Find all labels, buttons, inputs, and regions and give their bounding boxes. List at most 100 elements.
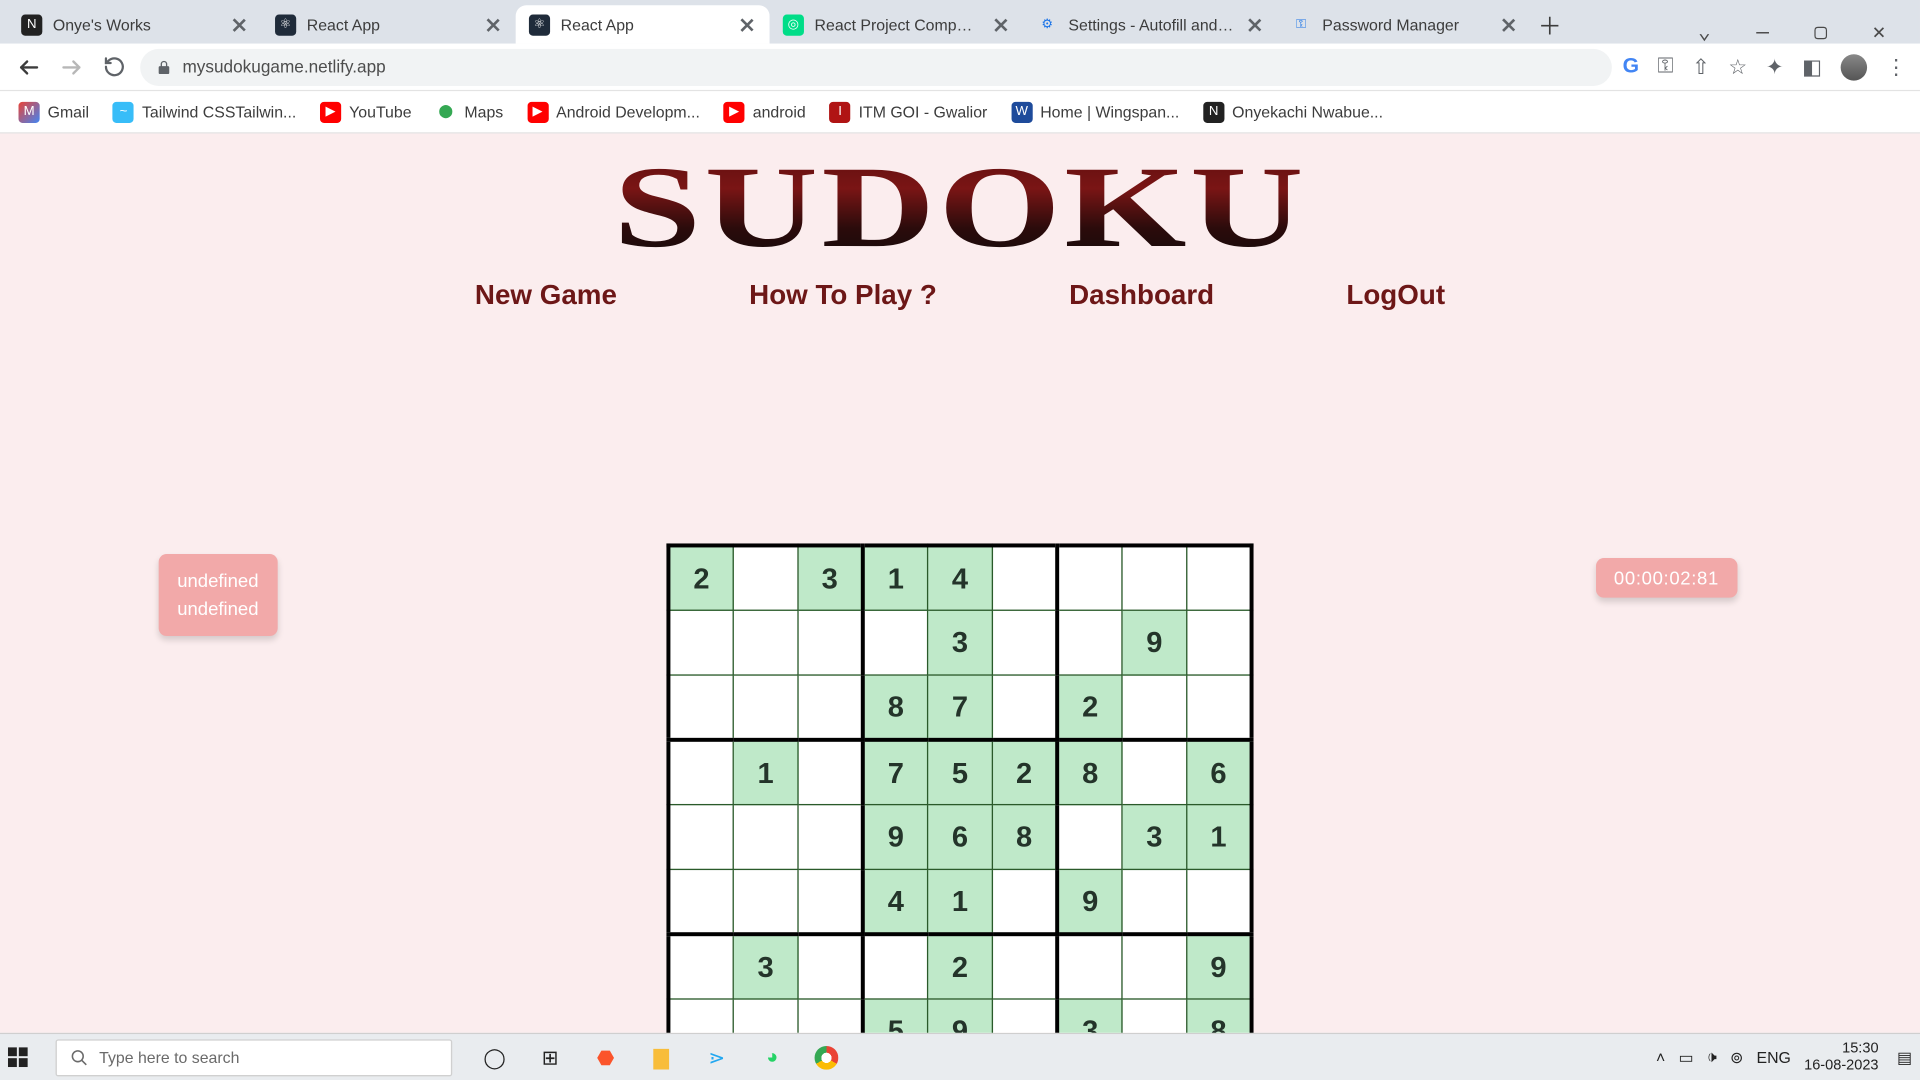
sudoku-cell[interactable]: 9 bbox=[1057, 869, 1122, 934]
wifi-icon[interactable]: ⊚ bbox=[1730, 1048, 1743, 1067]
chevron-down-icon[interactable]: ⌄ bbox=[1682, 19, 1727, 44]
sudoku-cell[interactable] bbox=[798, 934, 863, 999]
sudoku-cell[interactable] bbox=[1122, 545, 1187, 610]
sudoku-cell[interactable]: 4 bbox=[863, 869, 928, 934]
sudoku-cell[interactable] bbox=[1187, 545, 1252, 610]
tab-react-active[interactable]: ⚛ React App bbox=[516, 5, 770, 43]
sudoku-cell[interactable]: 9 bbox=[1122, 610, 1187, 675]
sudoku-cell[interactable] bbox=[1187, 869, 1252, 934]
google-icon[interactable]: G bbox=[1623, 55, 1639, 79]
sudoku-cell[interactable] bbox=[1187, 675, 1252, 740]
sudoku-cell[interactable] bbox=[733, 869, 798, 934]
sudoku-cell[interactable] bbox=[992, 545, 1057, 610]
close-icon[interactable] bbox=[230, 15, 249, 34]
sudoku-cell[interactable]: 1 bbox=[1187, 805, 1252, 870]
maximize-icon[interactable]: ▢ bbox=[1798, 19, 1843, 44]
search-input[interactable]: Type here to search bbox=[56, 1039, 453, 1076]
new-tab-button[interactable]: ＋ bbox=[1531, 7, 1568, 44]
reload-button[interactable] bbox=[98, 51, 130, 83]
sudoku-cell[interactable] bbox=[668, 805, 733, 870]
nav-dashboard[interactable]: Dashboard bbox=[1069, 280, 1214, 312]
sudoku-cell[interactable] bbox=[733, 805, 798, 870]
sudoku-cell[interactable]: 6 bbox=[1187, 740, 1252, 805]
sudoku-cell[interactable] bbox=[733, 610, 798, 675]
ime-lang[interactable]: ENG bbox=[1756, 1048, 1790, 1067]
sudoku-cell[interactable] bbox=[798, 740, 863, 805]
sudoku-cell[interactable] bbox=[1057, 545, 1122, 610]
sudoku-cell[interactable] bbox=[1187, 610, 1252, 675]
close-icon[interactable] bbox=[992, 15, 1011, 34]
brave-icon[interactable]: ⬣ bbox=[592, 1044, 618, 1070]
close-icon[interactable] bbox=[738, 15, 757, 34]
sudoku-cell[interactable] bbox=[668, 934, 733, 999]
bookmark-youtube[interactable]: ▶YouTube bbox=[320, 101, 411, 122]
sudoku-cell[interactable]: 1 bbox=[863, 545, 928, 610]
sudoku-cell[interactable] bbox=[668, 675, 733, 740]
sudoku-cell[interactable]: 7 bbox=[863, 740, 928, 805]
sudoku-cell[interactable]: 5 bbox=[928, 740, 993, 805]
tab-passwords[interactable]: ⚿ Password Manager bbox=[1277, 5, 1531, 43]
sudoku-cell[interactable]: 2 bbox=[1057, 675, 1122, 740]
sudoku-cell[interactable] bbox=[668, 869, 733, 934]
close-icon[interactable] bbox=[1499, 15, 1518, 34]
back-button[interactable] bbox=[13, 51, 45, 83]
chevron-up-icon[interactable]: ˄ bbox=[1656, 1048, 1665, 1067]
sudoku-cell[interactable] bbox=[733, 675, 798, 740]
battery-icon[interactable]: ▭ bbox=[1679, 1048, 1694, 1067]
bookmark-wingspan[interactable]: WHome | Wingspan... bbox=[1011, 101, 1179, 122]
tab-component[interactable]: ◎ React Project Component H bbox=[770, 5, 1024, 43]
sudoku-cell[interactable]: 8 bbox=[1057, 740, 1122, 805]
sidepanel-icon[interactable]: ◧ bbox=[1802, 54, 1822, 80]
sudoku-cell[interactable] bbox=[798, 869, 863, 934]
sudoku-cell[interactable]: 5 bbox=[863, 999, 928, 1033]
sudoku-cell[interactable] bbox=[1122, 869, 1187, 934]
sudoku-cell[interactable] bbox=[798, 999, 863, 1033]
vscode-icon[interactable]: ⋗ bbox=[703, 1044, 729, 1070]
sudoku-cell[interactable] bbox=[992, 934, 1057, 999]
start-button[interactable] bbox=[8, 1047, 56, 1067]
sudoku-cell[interactable]: 9 bbox=[928, 999, 993, 1033]
sudoku-cell[interactable] bbox=[863, 610, 928, 675]
sudoku-cell[interactable]: 3 bbox=[733, 934, 798, 999]
sudoku-cell[interactable] bbox=[1057, 934, 1122, 999]
key-icon[interactable]: ⚿ bbox=[1658, 55, 1674, 79]
nav-how-to-play[interactable]: How To Play ? bbox=[749, 280, 937, 312]
bookmark-gmail[interactable]: MGmail bbox=[19, 101, 90, 122]
whatsapp-icon[interactable]: ◕ bbox=[759, 1044, 785, 1070]
sudoku-cell[interactable]: 4 bbox=[928, 545, 993, 610]
minimize-icon[interactable]: — bbox=[1740, 19, 1785, 44]
sudoku-cell[interactable] bbox=[798, 675, 863, 740]
menu-icon[interactable]: ⋮ bbox=[1886, 54, 1907, 80]
sudoku-cell[interactable]: 8 bbox=[1187, 999, 1252, 1033]
sudoku-cell[interactable]: 2 bbox=[992, 740, 1057, 805]
sudoku-cell[interactable] bbox=[668, 610, 733, 675]
sudoku-cell[interactable] bbox=[1057, 805, 1122, 870]
bookmark-android-dev[interactable]: ▶Android Developm... bbox=[527, 101, 700, 122]
sudoku-cell[interactable]: 6 bbox=[928, 805, 993, 870]
sudoku-cell[interactable] bbox=[1122, 675, 1187, 740]
chrome-icon[interactable] bbox=[815, 1045, 839, 1069]
sudoku-cell[interactable] bbox=[992, 675, 1057, 740]
sudoku-cell[interactable] bbox=[992, 610, 1057, 675]
sudoku-cell[interactable] bbox=[1122, 934, 1187, 999]
sudoku-cell[interactable]: 2 bbox=[928, 934, 993, 999]
bookmark-android[interactable]: ▶android bbox=[724, 101, 806, 122]
star-icon[interactable]: ☆ bbox=[1728, 54, 1747, 80]
sudoku-cell[interactable] bbox=[798, 610, 863, 675]
sudoku-cell[interactable]: 9 bbox=[1187, 934, 1252, 999]
close-window-icon[interactable]: ✕ bbox=[1857, 19, 1902, 44]
tab-settings[interactable]: ⚙ Settings - Autofill and pass bbox=[1023, 5, 1277, 43]
sudoku-cell[interactable] bbox=[733, 999, 798, 1033]
sudoku-cell[interactable] bbox=[1122, 740, 1187, 805]
extensions-icon[interactable]: ✦ bbox=[1766, 54, 1784, 80]
volume-icon[interactable]: 🕩 bbox=[1707, 1047, 1717, 1067]
close-icon[interactable] bbox=[1246, 15, 1265, 34]
sudoku-cell[interactable]: 2 bbox=[668, 545, 733, 610]
sudoku-cell[interactable]: 3 bbox=[1122, 805, 1187, 870]
taskview-icon[interactable]: ⊞ bbox=[537, 1044, 563, 1070]
sudoku-cell[interactable] bbox=[733, 545, 798, 610]
sudoku-cell[interactable]: 1 bbox=[928, 869, 993, 934]
explorer-icon[interactable]: ▇ bbox=[648, 1044, 674, 1070]
sudoku-cell[interactable] bbox=[992, 999, 1057, 1033]
sudoku-cell[interactable]: 7 bbox=[928, 675, 993, 740]
